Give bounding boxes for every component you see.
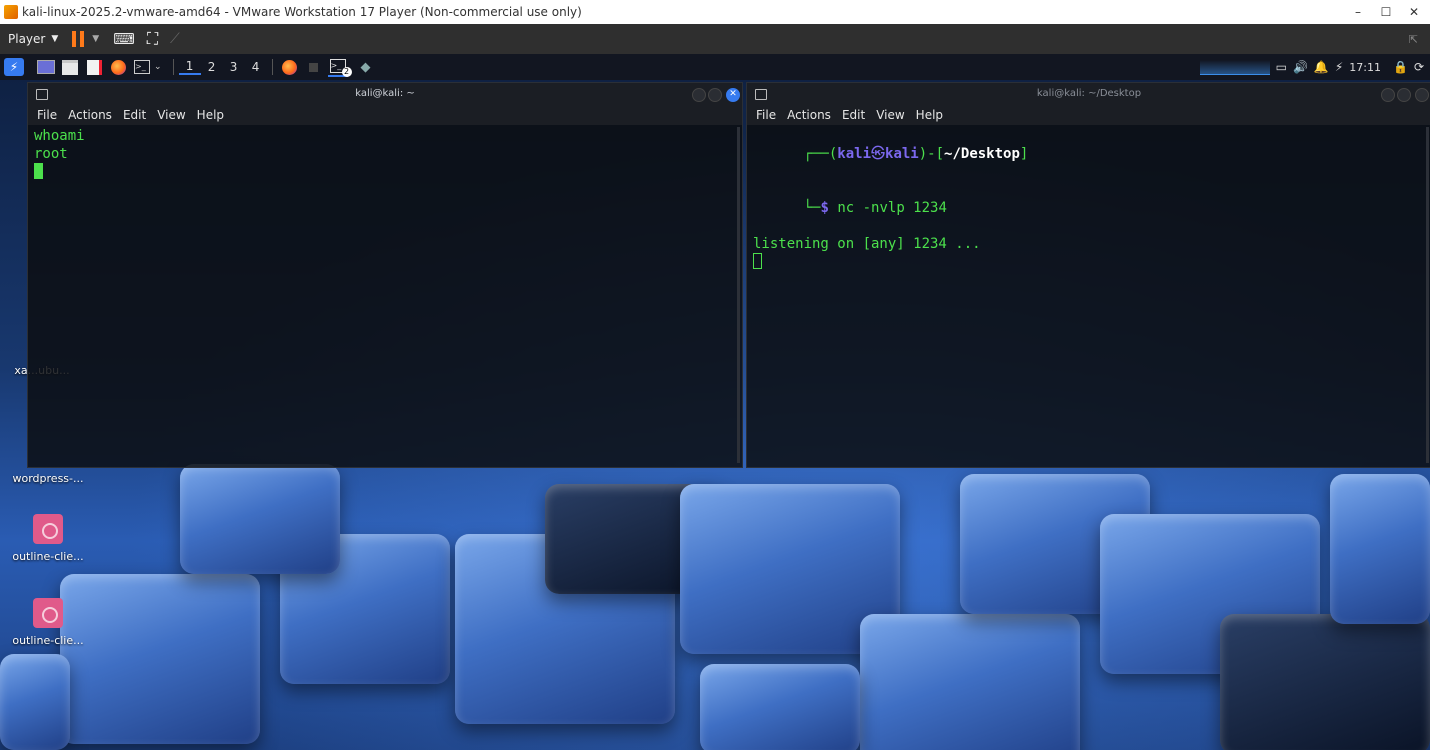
deb-package-icon (33, 514, 63, 544)
volume-icon[interactable]: 🔊 (1293, 60, 1308, 74)
chevron-down-icon: ▼ (51, 34, 59, 44)
player-menu-label: Player (8, 32, 46, 46)
close-window-button[interactable]: ✕ (726, 88, 740, 102)
player-menu-button[interactable]: Player ▼ (0, 24, 66, 54)
output-line: whoami (34, 128, 85, 144)
desktop-icon-label: outline-clie... (12, 550, 84, 563)
menu-actions[interactable]: Actions (68, 108, 112, 122)
menu-view[interactable]: View (876, 108, 904, 122)
prompt-user: kali (837, 146, 872, 162)
output-line: listening on [any] 1234 ... (753, 236, 981, 252)
prompt-open: ┌──( (803, 146, 838, 162)
minimize-button[interactable]: – (1344, 0, 1372, 24)
firefox-icon[interactable] (108, 58, 128, 76)
close-button[interactable]: ✕ (1400, 0, 1428, 24)
pause-icon[interactable] (72, 31, 86, 47)
unity-icon[interactable]: ⟋ (170, 31, 180, 47)
terminal-output[interactable]: ┌──(kali㉿kali)-[~/Desktop] └─$ nc -nvlp … (753, 127, 1421, 271)
desktop-icon[interactable]: outline-clie... (8, 598, 88, 647)
vmware-toolbar: Player ▼ ▼ ⌨ ⛶ ⟋ ⇱ (0, 24, 1430, 54)
command-line: └─$ nc -nvlp 1234 (753, 181, 1421, 235)
menu-file[interactable]: File (37, 108, 57, 122)
terminal-window-right[interactable]: kali@kali: ~/Desktop File Actions Edit V… (746, 82, 1430, 468)
menu-edit[interactable]: Edit (842, 108, 865, 122)
terminal-titlebar[interactable]: kali@kali: ~/Desktop (747, 83, 1430, 105)
menu-view[interactable]: View (157, 108, 185, 122)
terminal-scrollbar[interactable] (1426, 127, 1429, 463)
prompt-close: ] (1019, 146, 1029, 162)
prompt-host: kali (885, 146, 919, 162)
command-text: nc -nvlp 1234 (837, 200, 947, 216)
vmware-window-title: kali-linux-2025.2-vmware-amd64 - VMware … (22, 5, 582, 19)
vmware-logo-icon (4, 5, 18, 19)
minimize-window-button[interactable] (1381, 88, 1395, 102)
menu-actions[interactable]: Actions (787, 108, 831, 122)
terminal-window-icon (755, 89, 767, 100)
chevron-down-icon[interactable]: ⌄ (154, 62, 162, 72)
workspace-1[interactable]: 1 (178, 59, 201, 75)
terminal-cursor (34, 163, 43, 179)
terminal-menubar: File Actions Edit View Help (747, 105, 1430, 125)
kali-menu-icon[interactable]: ⚡ (4, 58, 24, 76)
terminal-cursor (753, 253, 762, 269)
show-desktop-icon[interactable] (36, 58, 56, 76)
cpu-graph (1199, 59, 1270, 75)
prompt-mid: )-[ (918, 146, 945, 162)
maximize-window-button[interactable] (1397, 88, 1411, 102)
desktop-icon-label: wordpress-... (12, 472, 84, 485)
close-window-button[interactable] (1415, 88, 1429, 102)
text-editor-icon[interactable] (84, 58, 104, 76)
eye-task-icon[interactable]: ◆ (356, 58, 376, 76)
fit-guest-icon[interactable]: ⛶ (147, 29, 158, 49)
terminal-launcher-icon[interactable]: >_ (132, 58, 152, 76)
workspace-3[interactable]: 3 (223, 60, 245, 74)
workspace-4[interactable]: 4 (245, 60, 267, 74)
maximize-window-button[interactable] (708, 88, 722, 102)
terminal-title: kali@kali: ~ (355, 88, 415, 99)
prompt-dollar: $ (820, 200, 829, 216)
terminal-window-icon (36, 89, 48, 100)
prompt-path: ~/Desktop (944, 146, 1020, 162)
send-ctrl-alt-del-icon[interactable]: ⌨ (113, 30, 135, 48)
vmware-titlebar: kali-linux-2025.2-vmware-amd64 - VMware … (0, 0, 1430, 24)
terminal-output[interactable]: whoami root (34, 127, 732, 181)
prompt-line: ┌──(kali㉿kali)-[~/Desktop] (753, 127, 1421, 181)
kali-top-panel: ⚡ >_ ⌄ 1 2 3 4 >_ 2 ◆ ▭ 🔊 🔔 ⚡ 17:11 🔒 ⟳ (0, 54, 1430, 80)
menu-edit[interactable]: Edit (123, 108, 146, 122)
desktop-icon[interactable]: outline-clie... (8, 514, 88, 563)
lock-icon[interactable]: 🔒 (1393, 60, 1408, 74)
workspace-2[interactable]: 2 (201, 60, 223, 74)
terminal-window-left[interactable]: kali@kali: ~ ✕ File Actions Edit View He… (27, 82, 743, 468)
terminal-menubar: File Actions Edit View Help (28, 105, 742, 125)
desktop-icon-label: outline-clie... (12, 634, 84, 647)
terminal-title: kali@kali: ~/Desktop (1036, 88, 1142, 99)
fullscreen-icon[interactable]: ⇱ (1409, 33, 1418, 46)
terminal-scrollbar[interactable] (737, 127, 740, 463)
menu-file[interactable]: File (756, 108, 776, 122)
file-manager-icon[interactable] (60, 58, 80, 76)
terminal-titlebar[interactable]: kali@kali: ~ ✕ (28, 83, 742, 105)
pause-dropdown-icon[interactable]: ▼ (92, 34, 99, 44)
window-task-icon[interactable] (304, 58, 324, 76)
terminal-task-icon[interactable]: >_ 2 (327, 57, 352, 77)
minimize-window-button[interactable] (692, 88, 706, 102)
prompt-at: ㉿ (871, 146, 886, 162)
terminal-count-badge: 2 (341, 67, 352, 77)
panel-clock[interactable]: 17:11 (1349, 61, 1381, 74)
notifications-bell-icon[interactable]: 🔔 (1314, 60, 1329, 74)
prompt-branch: └─ (803, 200, 821, 216)
output-line: root (34, 146, 68, 162)
display-icon[interactable]: ▭ (1276, 60, 1287, 74)
battery-icon[interactable]: ⚡ (1335, 60, 1343, 74)
maximize-button[interactable]: ☐ (1372, 0, 1400, 24)
menu-help[interactable]: Help (916, 108, 943, 122)
firefox-task-icon[interactable] (280, 58, 300, 76)
desktop-icon[interactable]: wordpress-... (8, 472, 88, 485)
power-icon[interactable]: ⟳ (1414, 60, 1424, 74)
deb-package-icon (33, 598, 63, 628)
menu-help[interactable]: Help (197, 108, 224, 122)
